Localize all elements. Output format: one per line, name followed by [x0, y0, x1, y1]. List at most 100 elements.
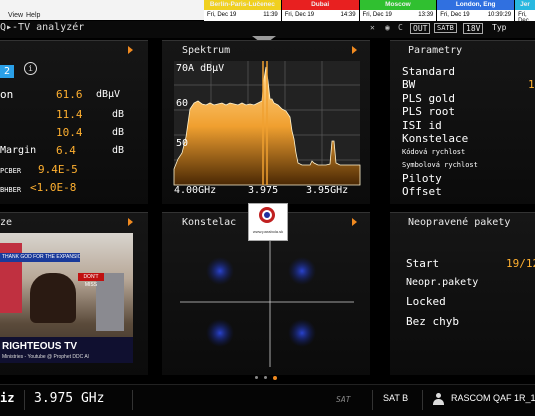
signal-icon: ◉ [385, 23, 390, 32]
measure-unit: dB [112, 127, 125, 138]
param-value: 1 [528, 78, 535, 91]
clock-time: 13:39 [418, 12, 434, 18]
measure-value: 10.4 [56, 126, 83, 139]
video-title: ze [0, 217, 13, 228]
freq-right: 3.95GHz [306, 185, 349, 196]
param-label: BW [402, 78, 416, 91]
watermark-logo: www.parabola.sk [248, 203, 288, 241]
clock-city: London, Eng [437, 0, 515, 10]
dont-miss-tag: DON'T MISS [78, 273, 104, 288]
clock-date: Fri, Dec 19 [440, 12, 470, 18]
clock-time: 11:39 [263, 12, 278, 18]
divider [132, 390, 133, 410]
menu-help[interactable]: Help [26, 12, 40, 19]
tuned-frequency: 3.975 GHz [34, 391, 105, 406]
spectrum-panel[interactable]: Spektrum 70A dBµV 60 50 4.00GHz 3.975 3.… [162, 40, 370, 204]
satellite-name: SAT B [383, 393, 409, 403]
packets-label: Start [406, 257, 440, 270]
transponder-name: RASCOM QAF 1R_1 [451, 393, 535, 403]
param-label: Symbolová rychlost [402, 161, 478, 169]
constellation-panel[interactable]: Konstelac www.parabola.sk [162, 203, 370, 375]
measure-label: BHBER [0, 186, 22, 194]
clock-jerusalem: Jer Fri, Dec [515, 0, 535, 24]
channel-ticker: Ministries - Youtube @ Prophet DDC Al [2, 354, 89, 360]
measure-value: <1.0E-8 [30, 181, 77, 194]
page-dot-active[interactable] [273, 376, 277, 380]
packets-label: Locked [406, 295, 446, 308]
clock-date: Fri, Dec 19 [207, 12, 237, 18]
page-indicator[interactable] [255, 376, 281, 380]
info-icon[interactable]: i [24, 62, 37, 75]
clock-time: 10:39:29 [487, 12, 512, 18]
measure-value: 11.4 [56, 108, 83, 121]
video-panel[interactable]: ze THANK GOD FOR THE EXPANSION DON'T MIS… [0, 212, 148, 375]
person-figure [30, 273, 76, 323]
params-title: Parametry [408, 45, 463, 56]
measurement-panel[interactable]: 2 i on 61.6 dBµV 11.4 dB 10.4 dB Margin … [0, 40, 148, 204]
divider [24, 390, 25, 410]
symbol-cluster [206, 257, 234, 285]
panel-arrow-icon[interactable] [128, 46, 133, 54]
param-label: PLS gold [402, 92, 455, 105]
clock-city: Jer [515, 0, 535, 10]
menu-view[interactable]: View [8, 12, 23, 19]
measure-label: on [0, 88, 14, 101]
status-voltage: 18V [463, 23, 484, 34]
clock-date: Fri, Dec 19 [362, 12, 392, 18]
clock-london: London, Eng Fri, Dec 19 10:39:29 [437, 0, 515, 21]
status-type: Typ [492, 23, 507, 32]
panel-arrow-icon[interactable] [128, 218, 133, 226]
video-banner: THANK GOD FOR THE EXPANSION [0, 253, 80, 262]
param-label: Piloty [402, 172, 442, 185]
param-label: Offset [402, 185, 442, 198]
packets-panel[interactable]: Neopravené pakety Start 19/12 Neopr.pake… [390, 212, 535, 375]
clock-berlin: Berlin-Paris-Lučenec Fri, Dec 19 11:39 [204, 0, 281, 21]
bottom-status-bar: iz 3.975 GHz SAT SAT B RASCOM QAF 1R_1 [0, 384, 535, 416]
page-dot[interactable] [264, 376, 267, 379]
status-sat: SATB [434, 23, 457, 33]
page-dot[interactable] [255, 376, 258, 379]
person-figure [96, 273, 124, 331]
satellite-icon: ✕ [370, 23, 375, 32]
measure-unit: dBµV [96, 89, 121, 100]
clock-city: Berlin-Paris-Lučenec [204, 0, 281, 10]
video-frame[interactable]: THANK GOD FOR THE EXPANSION DON'T MISS R… [0, 233, 133, 363]
app-titlebar: Q▸-TV analyzér ✕ ◉ C OUT SATB 18V Typ [0, 21, 535, 45]
spectrum-gridlabel: 50 [176, 138, 189, 149]
param-label: Kódová rychlost [402, 148, 466, 156]
measure-label: Margin [0, 145, 37, 156]
param-label: ISI id [402, 119, 442, 132]
packets-title: Neopravené pakety [408, 217, 511, 228]
clock-dubai: Dubai Fri, Dec 19 14:39 [281, 0, 359, 21]
badge: 2 [0, 65, 14, 78]
param-label: Standard [402, 65, 455, 78]
packets-label: Neopr.pakety [406, 277, 479, 288]
measure-unit: dB [112, 145, 125, 156]
measure-value: 9.4E-5 [38, 163, 78, 176]
clock-date: Fri, Dec 19 [284, 12, 315, 18]
user-icon [433, 393, 444, 406]
logo-center-icon [264, 212, 270, 218]
clock-city: Moscow [359, 0, 437, 10]
packets-label: Bez chyb [406, 315, 459, 328]
clock-moscow: Moscow Fri, Dec 19 13:39 [359, 0, 437, 21]
window-menubar: View Help [0, 0, 205, 20]
channel-name: RIGHTEOUS TV [2, 341, 78, 352]
watermark-text: www.parabola.sk [252, 229, 284, 234]
measure-unit: dB [112, 109, 125, 120]
clock-city: Dubai [281, 0, 359, 10]
sat-logo: SAT [336, 395, 351, 404]
symbol-cluster [288, 319, 316, 347]
param-label: Konstelace [402, 132, 469, 145]
parameters-panel[interactable]: Parametry Standard BW 1 PLS gold PLS roo… [390, 40, 535, 204]
param-label: PLS root [402, 105, 455, 118]
packets-value: 19/12 [506, 257, 535, 270]
freq-left: 4.00GHz [174, 185, 217, 196]
measure-label: PCBER [0, 167, 22, 175]
spectrum-gridlabel: 60 [176, 98, 189, 109]
bottom-left-label: iz [0, 391, 15, 405]
symbol-cluster [206, 319, 234, 347]
measure-value: 6.4 [56, 144, 76, 157]
clock-time: 14:39 [340, 12, 356, 18]
status-out: OUT [410, 23, 431, 34]
